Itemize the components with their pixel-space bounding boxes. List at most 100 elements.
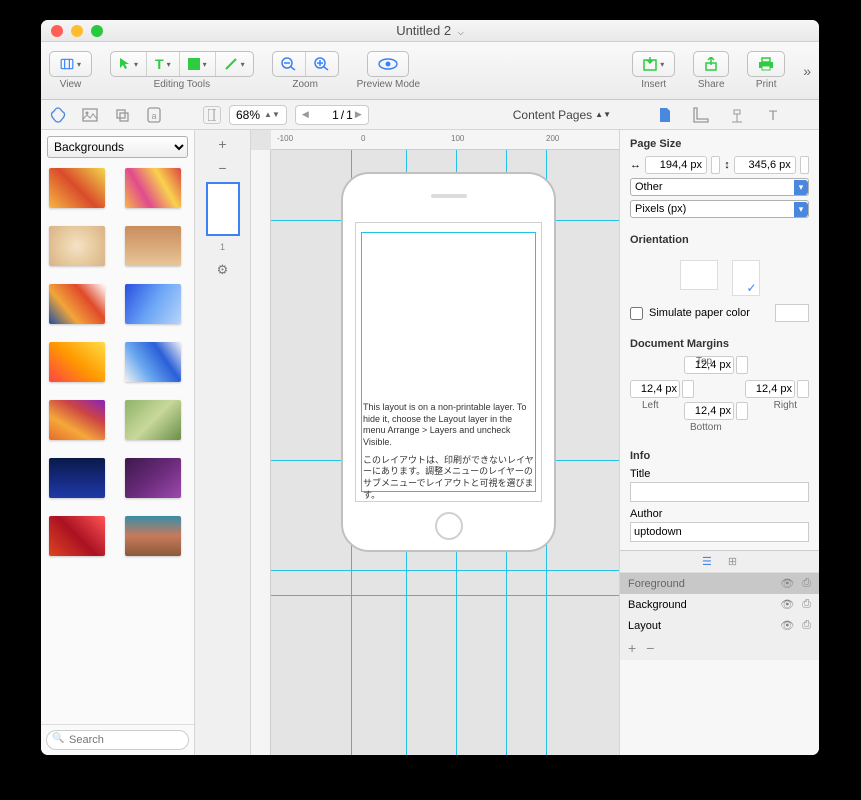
remove-layer-button[interactable]: −	[646, 640, 654, 656]
zoom-label: Zoom	[292, 79, 318, 90]
background-thumb[interactable]	[125, 458, 181, 498]
thumbnail-grid	[41, 164, 194, 724]
orientation-landscape[interactable]	[680, 260, 718, 290]
toolbar-overflow[interactable]: »	[803, 63, 811, 79]
page-thumb-strip: + − 1 ⚙	[195, 130, 251, 755]
zoom-in-icon	[314, 57, 330, 71]
library-tab-clipart[interactable]	[113, 106, 131, 124]
pointer-icon	[119, 57, 131, 71]
background-thumb[interactable]	[49, 458, 105, 498]
line-tool[interactable]: ▾	[216, 52, 253, 76]
search-input[interactable]	[46, 730, 189, 750]
editing-tools-label: Editing Tools	[154, 79, 211, 90]
simulate-paper-label: Simulate paper color	[649, 307, 750, 319]
background-thumb[interactable]	[49, 284, 105, 324]
inspector-tab-geometry[interactable]	[692, 106, 710, 124]
shape-tool[interactable]: ▾	[180, 52, 216, 76]
inspector-tab-appearance[interactable]	[728, 106, 746, 124]
page-number-field[interactable]: ◀ / 1 ▶	[295, 105, 369, 125]
settings-icon[interactable]: ⚙	[217, 262, 229, 278]
background-thumb[interactable]	[125, 168, 181, 208]
preview-button[interactable]	[367, 51, 409, 77]
share-label: Share	[698, 79, 725, 90]
layers-tab[interactable]: ☰	[702, 555, 712, 568]
info-heading: Info	[630, 450, 809, 462]
print-icon	[758, 57, 774, 71]
author-label: Author	[630, 508, 809, 520]
grid-tab[interactable]: ⊞	[728, 555, 737, 568]
pointer-tool[interactable]: ▾	[111, 52, 147, 76]
units-dropdown[interactable]: Pixels (px)▾	[630, 200, 809, 218]
background-thumb[interactable]	[49, 516, 105, 556]
inspector-panel: Page Size ↔ ↕ Other▾ Pixels (px)▾ Orient…	[619, 130, 819, 755]
layout-instruction-text: This layout is on a non-printable layer.…	[363, 402, 534, 508]
margin-right-field[interactable]	[745, 380, 795, 398]
zoom-out-button[interactable]	[273, 52, 306, 76]
category-select[interactable]: Backgrounds	[47, 136, 188, 158]
share-button[interactable]	[693, 51, 729, 77]
canvas-area[interactable]: -1000100200300	[251, 130, 619, 755]
layer-row[interactable]: Layout👁⎙	[620, 615, 819, 636]
view-button[interactable]: ▾	[49, 51, 92, 77]
width-icon: ↔	[630, 159, 641, 171]
page-thumb-number: 1	[220, 242, 225, 252]
simulate-paper-checkbox[interactable]	[630, 307, 643, 320]
inspector-tab-text[interactable]: T	[764, 106, 782, 124]
height-field[interactable]	[734, 156, 796, 174]
zoom-group	[272, 51, 339, 77]
margins-heading: Document Margins	[630, 338, 809, 350]
layer-row[interactable]: Background👁⎙	[620, 594, 819, 615]
orientation-portrait[interactable]	[732, 260, 760, 296]
page-size-heading: Page Size	[630, 138, 809, 150]
insert-button[interactable]: ▾	[632, 51, 675, 77]
width-stepper[interactable]	[711, 156, 720, 174]
view-label: View	[60, 79, 82, 90]
add-page-button[interactable]: +	[218, 136, 226, 152]
height-stepper[interactable]	[800, 156, 809, 174]
thumbnails-toggle[interactable]	[203, 106, 221, 124]
print-button[interactable]	[747, 51, 785, 77]
layer-row[interactable]: Foreground👁⎙	[620, 573, 819, 594]
text-tool[interactable]: T▾	[147, 52, 180, 76]
print-label: Print	[756, 79, 777, 90]
library-tab-images[interactable]	[81, 106, 99, 124]
background-thumb[interactable]	[125, 400, 181, 440]
library-tab-text[interactable]: a	[145, 106, 163, 124]
background-thumb[interactable]	[49, 168, 105, 208]
background-thumb[interactable]	[125, 284, 181, 324]
inspector-tab-document[interactable]	[656, 106, 674, 124]
eye-icon[interactable]: 👁	[780, 577, 794, 590]
background-thumb[interactable]	[49, 400, 105, 440]
remove-page-button[interactable]: −	[218, 160, 226, 176]
print-icon[interactable]: ⎙	[802, 577, 811, 590]
main-toolbar: ▾ View ▾ T▾ ▾ ▾ Editing Tools Zoom	[41, 42, 819, 100]
eye-icon[interactable]: 👁	[780, 598, 794, 611]
background-thumb[interactable]	[49, 226, 105, 266]
zoom-select[interactable]: 68%▲▼	[229, 105, 287, 125]
content-pages-dropdown[interactable]: Content Pages▲▼	[513, 108, 611, 122]
share-icon	[704, 57, 718, 71]
margin-bottom-field[interactable]	[684, 402, 734, 420]
background-thumb[interactable]	[49, 342, 105, 382]
add-layer-button[interactable]: +	[628, 640, 636, 656]
eye-icon[interactable]: 👁	[780, 619, 794, 632]
width-field[interactable]	[645, 156, 707, 174]
svg-text:T: T	[769, 108, 778, 122]
background-thumb[interactable]	[125, 516, 181, 556]
size-preset-dropdown[interactable]: Other▾	[630, 178, 809, 196]
margin-left-field[interactable]	[630, 380, 680, 398]
paper-color-swatch[interactable]	[775, 304, 809, 322]
background-thumb[interactable]	[125, 342, 181, 382]
print-icon[interactable]: ⎙	[802, 619, 811, 632]
zoom-in-button[interactable]	[306, 52, 338, 76]
background-thumb[interactable]	[125, 226, 181, 266]
print-icon[interactable]: ⎙	[802, 598, 811, 611]
page-current-input[interactable]	[311, 108, 339, 122]
page-canvas[interactable]: This layout is on a non-printable layer.…	[341, 172, 556, 552]
title-field[interactable]	[630, 482, 809, 502]
library-tab-shapes[interactable]	[49, 106, 67, 124]
square-icon	[188, 58, 200, 70]
insert-label: Insert	[641, 79, 666, 90]
page-thumbnail[interactable]	[206, 182, 240, 236]
author-field[interactable]	[630, 522, 809, 542]
